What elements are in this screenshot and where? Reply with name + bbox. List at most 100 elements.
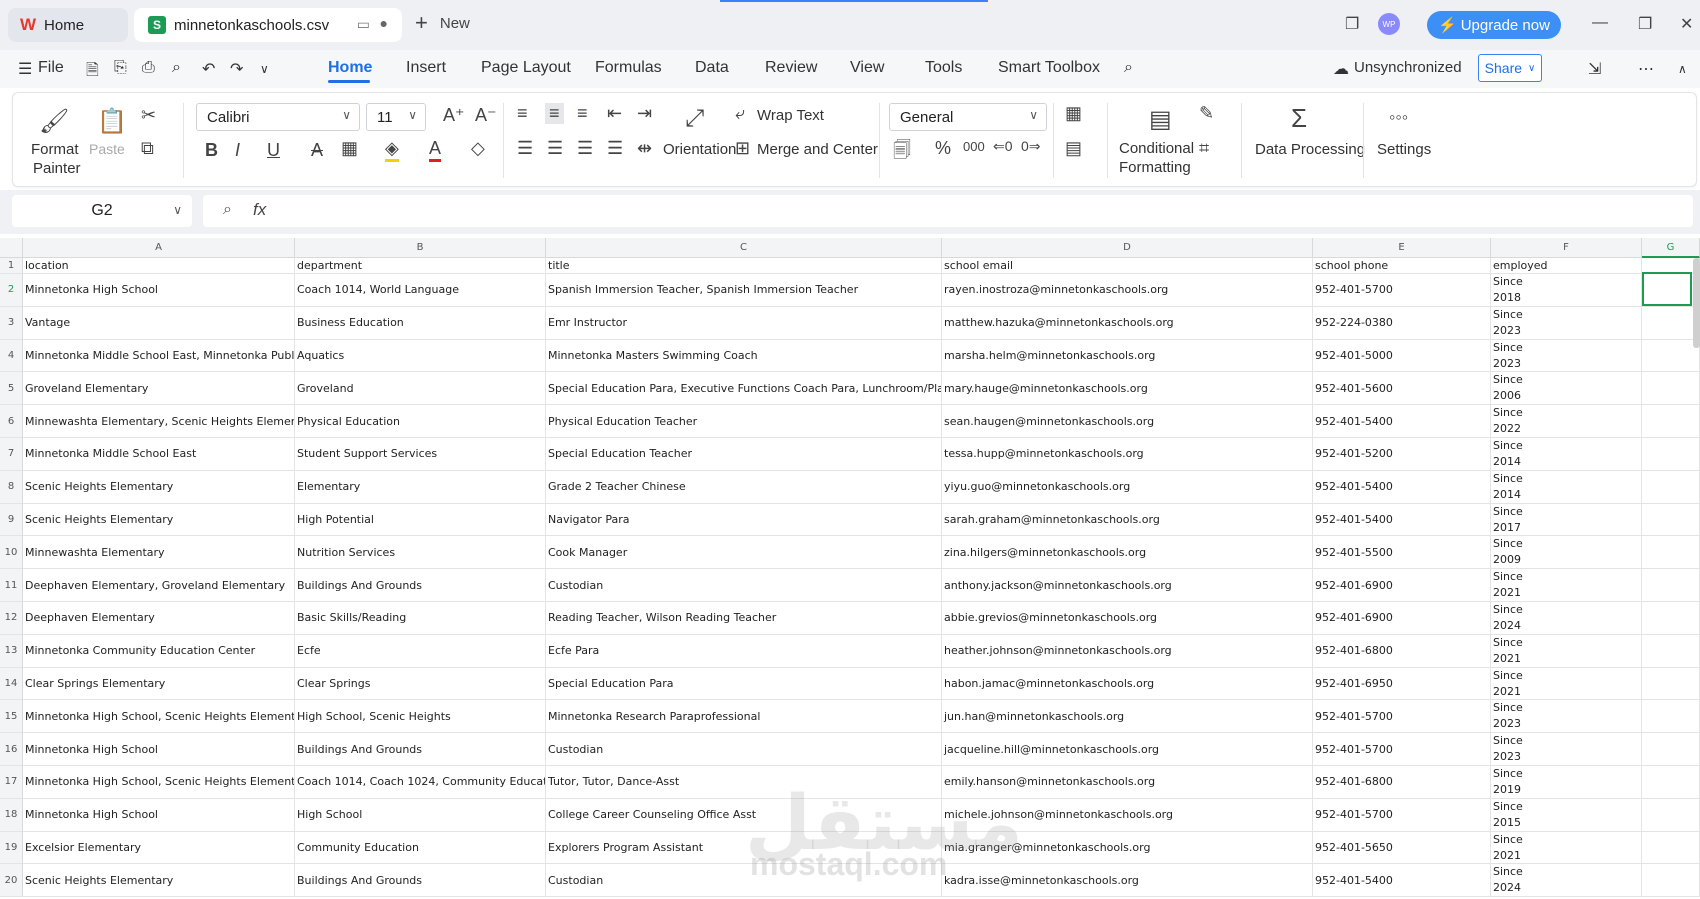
- align-middle-icon[interactable]: ≡: [545, 103, 564, 124]
- table-cell[interactable]: Navigator Para: [546, 503, 942, 537]
- table-cell[interactable]: sarah.graham@minnetonkaschools.org: [942, 503, 1313, 537]
- zoom-icon[interactable]: ⌕: [223, 201, 232, 219]
- table-cell[interactable]: [1642, 536, 1700, 570]
- row-header[interactable]: 19: [0, 831, 23, 865]
- row-header[interactable]: 4: [0, 339, 23, 373]
- table-cell[interactable]: 952-401-5500: [1313, 536, 1491, 570]
- table-cell[interactable]: sean.haugen@minnetonkaschools.org: [942, 405, 1313, 438]
- table-cell[interactable]: Buildings And Grounds: [295, 569, 546, 602]
- row-header[interactable]: 17: [0, 766, 23, 799]
- table-cell[interactable]: Scenic Heights Elementary: [23, 470, 295, 504]
- number-format-select[interactable]: General ∨: [889, 103, 1047, 131]
- table-cell[interactable]: Basic Skills/Reading: [295, 602, 546, 635]
- table-cell[interactable]: [1642, 634, 1700, 668]
- table-cell[interactable]: Cook Manager: [546, 536, 942, 570]
- table-cell[interactable]: [1642, 766, 1700, 799]
- table-cell[interactable]: 952-401-5700: [1313, 733, 1491, 766]
- align-center-icon[interactable]: ☰: [547, 138, 563, 159]
- row-header[interactable]: 6: [0, 405, 23, 438]
- table-cell[interactable]: Grade 2 Teacher Chinese: [546, 470, 942, 504]
- menu-smart-toolbox[interactable]: Smart Toolbox: [998, 59, 1100, 77]
- table-cell[interactable]: [1642, 438, 1700, 471]
- menu-view[interactable]: View: [850, 59, 884, 77]
- table-cell[interactable]: Since 2024: [1491, 602, 1642, 635]
- table-cell[interactable]: Ecfe: [295, 634, 546, 668]
- menu-tools[interactable]: Tools: [925, 59, 962, 77]
- import-icon[interactable]: ⇲: [1588, 59, 1601, 79]
- align-right-icon[interactable]: ☰: [577, 138, 593, 159]
- row-header[interactable]: 20: [0, 864, 23, 898]
- table-cell[interactable]: Vantage: [23, 306, 295, 340]
- table-cell[interactable]: [1642, 700, 1700, 734]
- table-cell[interactable]: Buildings And Grounds: [295, 864, 546, 898]
- decrease-decimal-icon[interactable]: ⇐0: [993, 138, 1013, 155]
- table-cell[interactable]: anthony.jackson@minnetonkaschools.org: [942, 569, 1313, 602]
- monitor-icon[interactable]: ▭: [357, 16, 370, 33]
- table-cell[interactable]: 952-401-5200: [1313, 438, 1491, 471]
- table-cell[interactable]: Elementary: [295, 470, 546, 504]
- table-cell[interactable]: Physical Education Teacher: [546, 405, 942, 438]
- table-cell[interactable]: 952-401-5400: [1313, 503, 1491, 537]
- menu-file[interactable]: File: [38, 59, 64, 77]
- table-cell[interactable]: Special Education Para, Executive Functi…: [546, 372, 942, 406]
- table-cell[interactable]: 952-401-5700: [1313, 798, 1491, 832]
- table-cell[interactable]: High School: [295, 798, 546, 832]
- align-bottom-icon[interactable]: ≡: [577, 103, 588, 124]
- table-cell[interactable]: Custodian: [546, 569, 942, 602]
- sum-icon[interactable]: Σ: [1291, 103, 1307, 134]
- table-cell[interactable]: Groveland Elementary: [23, 372, 295, 406]
- export-icon[interactable]: ⎘: [114, 59, 127, 77]
- table-cell[interactable]: Since 2021: [1491, 569, 1642, 602]
- table-cell[interactable]: [1642, 569, 1700, 602]
- data-processing-button[interactable]: Data Processing: [1255, 141, 1365, 158]
- table-cell[interactable]: Since 2021: [1491, 831, 1642, 865]
- format-painter-label-2[interactable]: Painter: [33, 160, 81, 177]
- percent-icon[interactable]: %: [935, 138, 951, 159]
- upgrade-button[interactable]: ⚡ Upgrade now: [1427, 11, 1561, 39]
- fx-icon[interactable]: fx: [253, 200, 266, 220]
- currency-icon[interactable]: 🗐: [893, 138, 911, 168]
- merge-icon[interactable]: ⊞: [735, 138, 750, 159]
- table-cell[interactable]: Community Education: [295, 831, 546, 865]
- column-header-c[interactable]: C: [546, 238, 942, 258]
- font-color-icon[interactable]: A: [429, 138, 442, 162]
- name-box[interactable]: G2 ∨: [12, 195, 192, 227]
- tab-document[interactable]: S minnetonkaschools.csv ▭ ●: [134, 8, 402, 42]
- minimize-icon[interactable]: —: [1592, 14, 1608, 32]
- collapse-ribbon-icon[interactable]: ∧: [1678, 62, 1687, 76]
- print-icon[interactable]: ⎙: [142, 59, 155, 77]
- table-cell[interactable]: abbie.grevios@minnetonkaschools.org: [942, 602, 1313, 635]
- table-cell[interactable]: Excelsior Elementary: [23, 831, 295, 865]
- redo-icon[interactable]: ↷: [230, 59, 243, 79]
- table-cell[interactable]: 952-401-5700: [1313, 700, 1491, 734]
- row-header[interactable]: 14: [0, 667, 23, 701]
- increase-decimal-icon[interactable]: 0⇒: [1021, 138, 1041, 155]
- table-cell[interactable]: Special Education Para: [546, 667, 942, 701]
- fill-color-icon[interactable]: ◈: [385, 138, 399, 162]
- menu-review[interactable]: Review: [765, 59, 817, 77]
- tab-home[interactable]: W Home: [8, 8, 128, 42]
- table-cell[interactable]: 952-401-6950: [1313, 667, 1491, 701]
- table-cell[interactable]: [1642, 798, 1700, 832]
- table-cell[interactable]: Minnetonka High School: [23, 733, 295, 766]
- bold-icon[interactable]: B: [205, 140, 218, 161]
- table-cell[interactable]: [1642, 831, 1700, 865]
- table-cell[interactable]: [1642, 372, 1700, 406]
- column-header-g[interactable]: G: [1642, 238, 1700, 258]
- increase-font-icon[interactable]: A⁺: [443, 105, 465, 126]
- row-header[interactable]: 3: [0, 306, 23, 340]
- table-cell[interactable]: Minnetonka High School: [23, 274, 295, 307]
- row-header[interactable]: 11: [0, 569, 23, 602]
- thousands-icon[interactable]: 000: [963, 139, 985, 154]
- table-cell[interactable]: 952-401-6900: [1313, 602, 1491, 635]
- row-header[interactable]: 12: [0, 602, 23, 635]
- format-cells-icon[interactable]: ✎: [1199, 103, 1214, 124]
- table-cell[interactable]: Emr Instructor: [546, 306, 942, 340]
- align-top-icon[interactable]: ≡: [517, 103, 528, 124]
- search-icon[interactable]: ⌕: [1124, 59, 1133, 77]
- table-cell[interactable]: Reading Teacher, Wilson Reading Teacher: [546, 602, 942, 635]
- decrease-indent-icon[interactable]: ⇤: [607, 103, 622, 124]
- row-header[interactable]: 13: [0, 634, 23, 668]
- unsaved-dot-icon[interactable]: ●: [380, 15, 388, 31]
- row-header[interactable]: 8: [0, 470, 23, 504]
